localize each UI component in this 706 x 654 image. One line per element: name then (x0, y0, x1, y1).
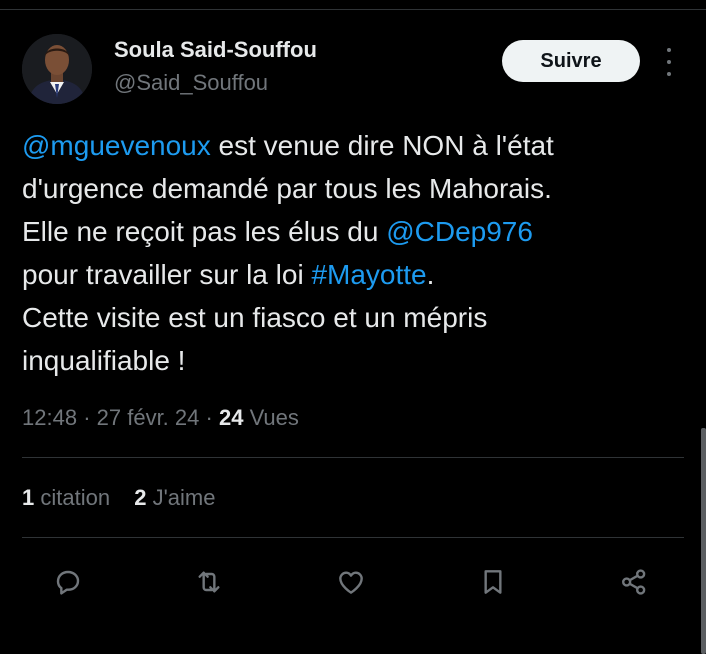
dot-icon (667, 72, 671, 76)
bookmark-button[interactable] (471, 560, 515, 604)
mention-link[interactable]: @mguevenoux (22, 130, 211, 161)
dot-icon (667, 60, 671, 64)
follow-button[interactable]: Suivre (502, 40, 640, 82)
tweet-line: d'urgence demandé par tous les Mahorais. (22, 167, 682, 210)
tweet-text-segment: Elle ne reçoit pas les élus du (22, 216, 387, 247)
divider (22, 457, 684, 458)
dot-icon (667, 48, 671, 52)
tweet-line: Elle ne reçoit pas les élus du @CDep976 (22, 210, 682, 253)
quotes-label: citation (40, 485, 111, 510)
bookmark-icon (484, 570, 502, 594)
tweet-line: @mguevenoux est venue dire NON à l'état (22, 124, 682, 167)
quotes-stat[interactable]: 1 citation (22, 485, 110, 510)
views-count: 24 (218, 405, 244, 430)
quotes-count: 1 (22, 485, 35, 510)
meta-separator: · (205, 405, 213, 430)
hashtag-link[interactable]: #Mayotte (311, 259, 426, 290)
top-divider (0, 9, 706, 10)
reply-icon (56, 570, 80, 595)
tweet-time[interactable]: 12:48 (22, 405, 77, 430)
reply-button[interactable] (46, 560, 90, 604)
more-options-icon[interactable] (656, 48, 682, 76)
tweet-line: pour travailler sur la loi #Mayotte. (22, 253, 682, 296)
like-button[interactable] (329, 560, 373, 604)
retweet-icon (198, 571, 220, 593)
action-bar (0, 560, 706, 604)
share-icon (622, 569, 646, 595)
divider (22, 537, 684, 538)
tweet-line: Cette visite est un fiasco et un mépris (22, 296, 682, 339)
avatar[interactable] (22, 34, 92, 104)
author-name[interactable]: Soula Said-Souffou (114, 37, 317, 63)
tweet-text-segment: pour travailler sur la loi (22, 259, 312, 290)
meta-separator: · (83, 405, 91, 430)
tweet-stats: 1 citation 2 J'aime (22, 485, 233, 511)
tweet-text-segment: inqualifiable ! (22, 345, 186, 376)
scrollbar[interactable] (701, 428, 706, 654)
tweet-line: inqualifiable ! (22, 339, 682, 382)
avatar-photo (22, 34, 92, 104)
tweet-text-segment: Cette visite est un fiasco et un mépris (22, 302, 488, 333)
author-handle[interactable]: @Said_Souffou (114, 70, 268, 96)
tweet-date[interactable]: 27 févr. 24 (97, 405, 200, 430)
share-button[interactable] (612, 560, 656, 604)
like-icon (339, 571, 363, 594)
tweet-text-segment: d'urgence demandé par tous les Mahorais. (22, 173, 552, 204)
likes-stat[interactable]: 2 J'aime (134, 485, 215, 510)
likes-count: 2 (134, 485, 147, 510)
mention-link[interactable]: @CDep976 (386, 216, 533, 247)
retweet-button[interactable] (187, 560, 231, 604)
views-label: Vues (249, 405, 299, 430)
tweet-meta: 12:48 · 27 févr. 24 · 24 Vues (22, 405, 299, 431)
tweet-text-segment: . (426, 259, 435, 290)
tweet-text: @mguevenoux est venue dire NON à l'état d… (22, 124, 682, 382)
tweet-text-segment: est venue dire NON à l'état (210, 130, 554, 161)
likes-label: J'aime (152, 485, 216, 510)
